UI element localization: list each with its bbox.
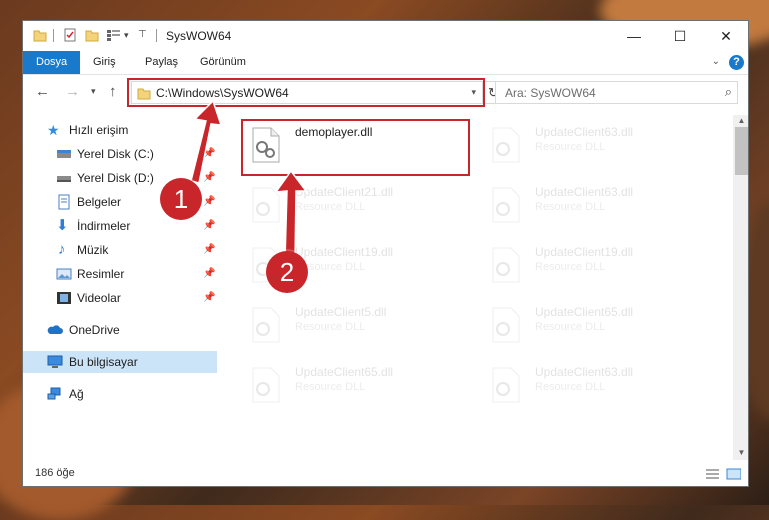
explorer-window: ▾ ⊤ SysWOW64 — ☐ ✕ Dosya Giriş Paylaş Gö… [22,20,749,487]
arrow-1 [190,99,223,184]
step-badge-2: 2 [266,251,308,293]
step-badge-1: 1 [160,178,202,220]
arrow-2 [274,169,308,264]
annotation-arrows [190,99,308,264]
